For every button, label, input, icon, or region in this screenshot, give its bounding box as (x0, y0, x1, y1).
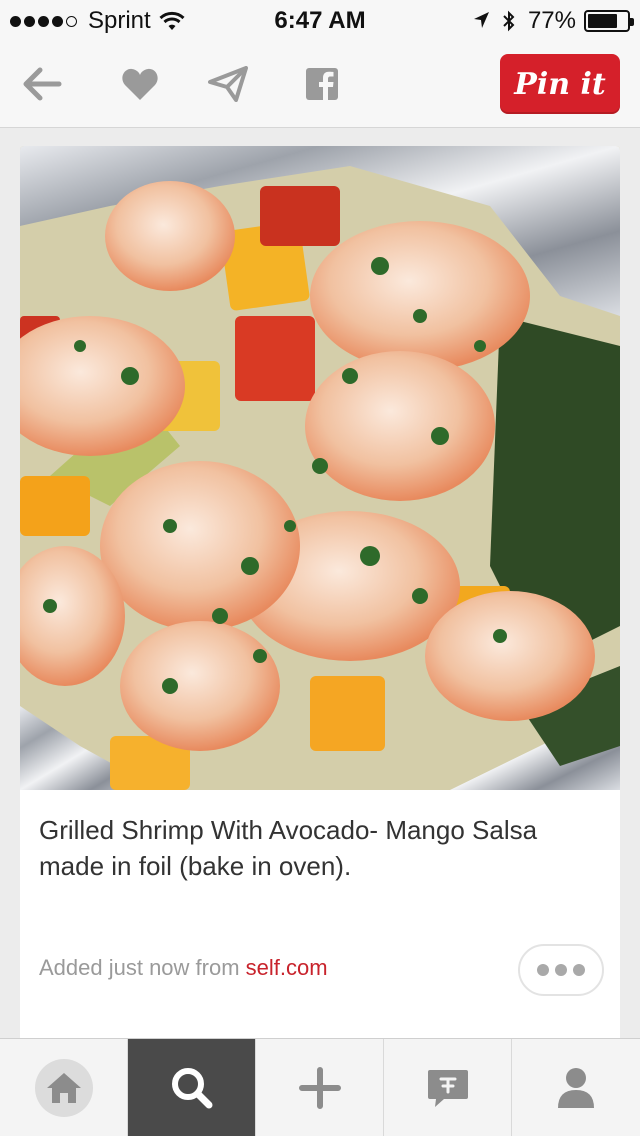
pin-it-button[interactable]: Pin it (500, 54, 620, 114)
tab-home[interactable] (0, 1039, 128, 1136)
facebook-icon (306, 68, 338, 101)
back-button[interactable] (20, 62, 64, 106)
pin-toolbar: Pin it (0, 40, 640, 128)
back-arrow-icon (23, 67, 62, 101)
pin-source-line: Added just now from self.com (39, 955, 328, 981)
battery-icon (584, 10, 634, 32)
tab-profile[interactable] (512, 1039, 640, 1136)
source-prefix: Added just now from (39, 955, 246, 980)
pin-description: Grilled Shrimp With Avocado- Mango Salsa… (39, 815, 538, 881)
home-icon (46, 1073, 81, 1103)
status-bar: Sprint 6:47 AM 77% (0, 0, 640, 40)
bluetooth-icon (503, 10, 515, 32)
tab-add[interactable] (256, 1039, 384, 1136)
battery-fill (588, 14, 618, 28)
pin-card: Grilled Shrimp With Avocado- Mango Salsa… (20, 146, 620, 1046)
profile-icon (558, 1068, 594, 1108)
tab-news[interactable] (384, 1039, 512, 1136)
facebook-share-button[interactable] (300, 62, 344, 106)
send-button[interactable] (206, 62, 250, 106)
like-button[interactable] (118, 62, 162, 106)
tab-search[interactable] (128, 1039, 256, 1136)
location-arrow-icon (473, 12, 489, 28)
status-right: 77% (472, 7, 634, 35)
plus-icon (298, 1067, 341, 1109)
more-dots-icon (537, 964, 549, 976)
news-icon (427, 1070, 468, 1107)
more-options-button[interactable] (518, 944, 604, 996)
send-icon (208, 66, 248, 102)
search-icon (171, 1068, 212, 1109)
source-link[interactable]: self.com (246, 955, 328, 980)
heart-icon (122, 68, 158, 100)
battery-percent: 77% (527, 7, 576, 34)
tab-bar (0, 1038, 640, 1136)
shrimp-couscous-foil-photo[interactable] (20, 146, 620, 790)
